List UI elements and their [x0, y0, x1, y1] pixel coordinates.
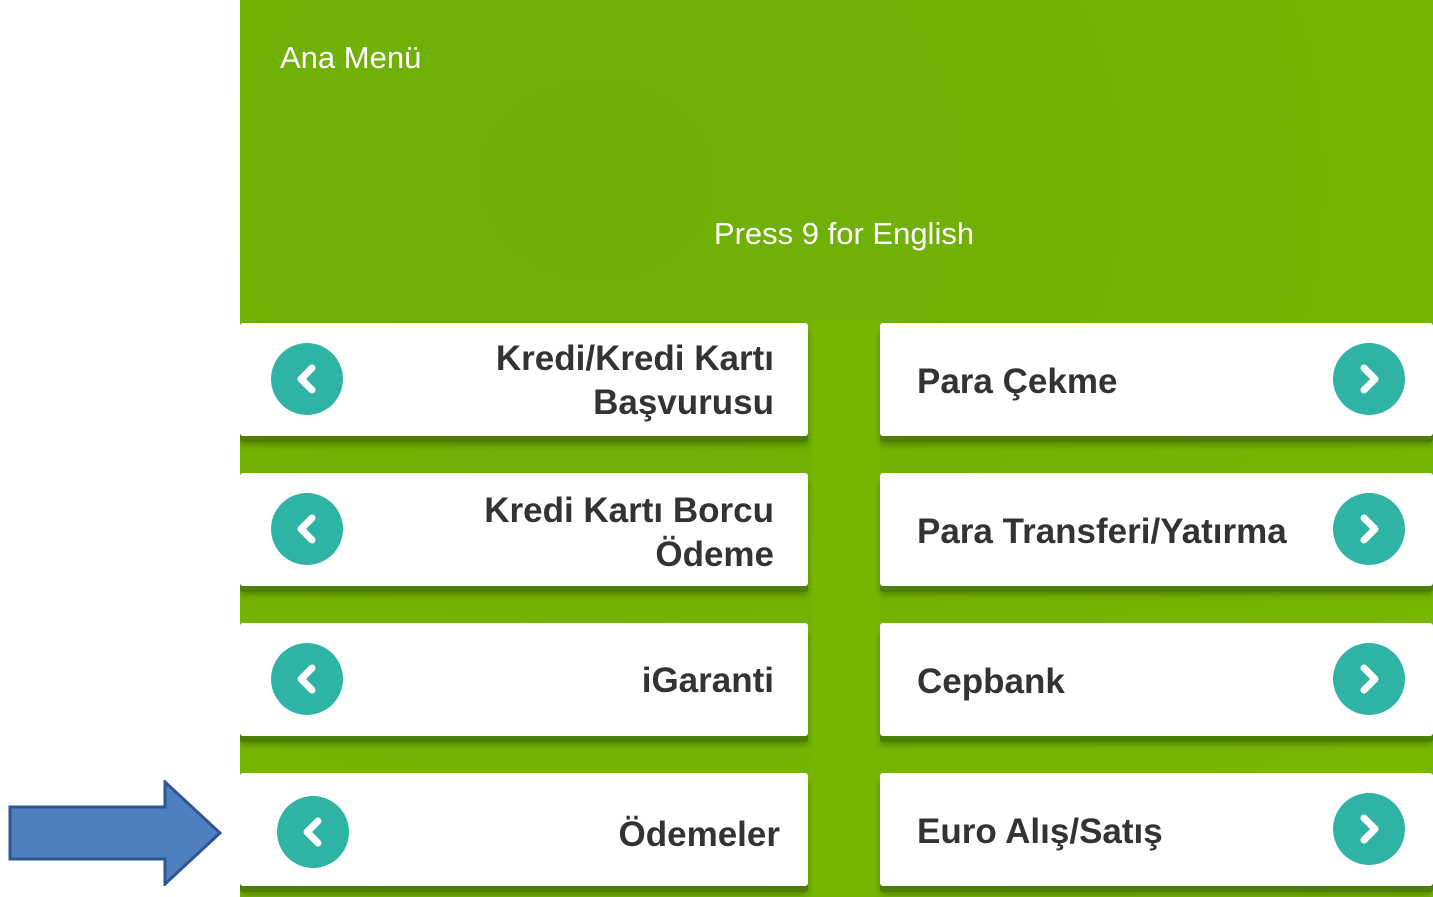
menu-button-money-transfer[interactable]: Para Transferi/Yatırma: [880, 473, 1433, 586]
menu-button-euro-exchange[interactable]: Euro Alış/Satış: [880, 773, 1433, 886]
chevron-left-icon: [271, 343, 343, 415]
menu-button-label: Ödemeler: [618, 815, 780, 854]
chevron-right-icon: [1333, 343, 1405, 415]
pointer-arrow: [8, 780, 223, 886]
menu-button-label: Euro Alış/Satış: [917, 812, 1163, 851]
atm-screen: Ana Menü Press 9 for English Kredi/Kredi…: [240, 0, 1433, 897]
menu-button-igaranti[interactable]: iGaranti: [240, 623, 808, 736]
chevron-right-icon: [1333, 793, 1405, 865]
chevron-right-icon: [1333, 643, 1405, 715]
chevron-left-icon: [271, 643, 343, 715]
center-divider: [812, 320, 880, 897]
menu-button-label: Para Çekme: [917, 362, 1118, 401]
menu-button-label: Cepbank: [917, 662, 1065, 701]
menu-button-payments[interactable]: Ödemeler: [240, 773, 808, 886]
menu-button-label: Para Transferi/Yatırma: [917, 512, 1287, 551]
menu-button-label: iGaranti: [641, 661, 774, 700]
chevron-left-icon: [271, 493, 343, 565]
menu-button-credit-application[interactable]: Kredi/Kredi Kartı Başvurusu: [240, 323, 808, 436]
chevron-right-icon: [1333, 493, 1405, 565]
menu-button-cash-withdrawal[interactable]: Para Çekme: [880, 323, 1433, 436]
chevron-left-icon: [277, 796, 349, 868]
menu-button-label: Kredi/Kredi Kartı Başvurusu: [495, 339, 774, 422]
menu-button-cepbank[interactable]: Cepbank: [880, 623, 1433, 736]
menu-button-label: Kredi Kartı Borcu Ödeme: [484, 491, 774, 574]
english-language-hint: Press 9 for English: [713, 216, 975, 251]
menu-button-credit-card-payment[interactable]: Kredi Kartı Borcu Ödeme: [240, 473, 808, 586]
screen-title: Ana Menü: [280, 40, 422, 75]
